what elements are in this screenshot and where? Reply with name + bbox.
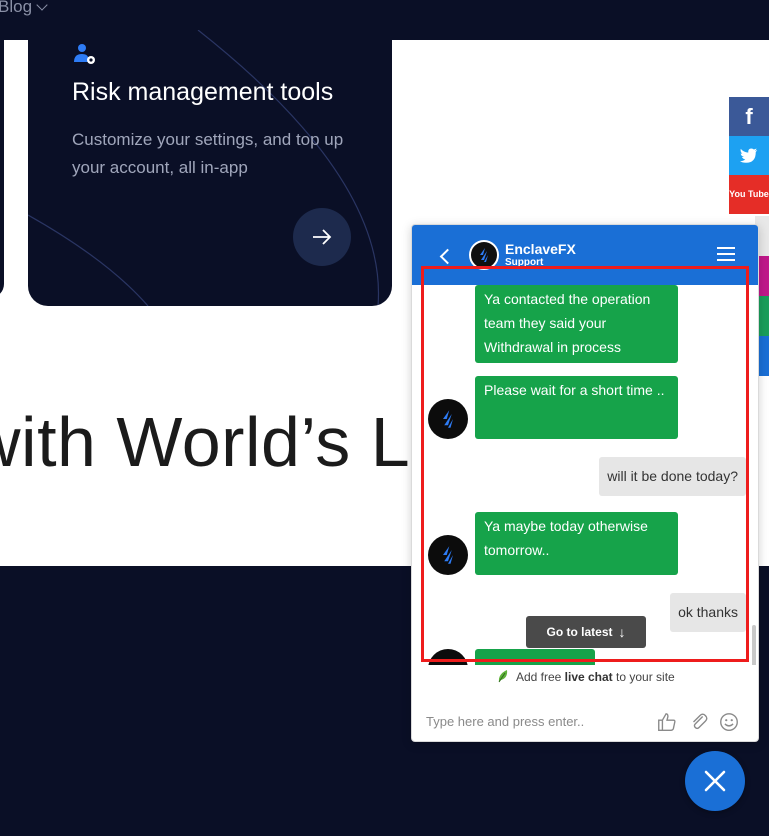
agent-avatar [428,535,468,575]
agent-message: Ya contacted the operation team they sai… [475,285,678,363]
enclavefx-logo-icon [443,410,453,428]
agent-message: Please wait for a short time .. [475,376,678,439]
agent-name: EnclaveFX [505,241,576,257]
feature-title: Risk management tools [72,78,334,106]
user-message: will it be done today? [599,457,746,496]
feature-card-risk-management: Risk management tools Customize your set… [28,30,392,306]
powered-by-link[interactable]: Add free live chat to your site [412,669,758,684]
section-headline: with World’s Le [0,403,450,481]
nav-blog-label: Blog [0,0,33,16]
go-to-latest-label: Go to latest [546,625,613,639]
chat-message-list[interactable]: Ya contacted the operation team they sai… [412,285,758,665]
agent-avatar [428,399,468,439]
twitter-icon[interactable] [729,136,769,175]
close-icon [704,770,726,792]
previous-feature-card [0,30,4,298]
feature-arrow-button[interactable] [293,208,351,266]
chat-header: EnclaveFX Support [412,225,758,285]
chevron-left-icon[interactable] [438,247,454,267]
enclavefx-logo-icon [480,248,488,262]
chat-scrollbar[interactable] [752,625,756,665]
agent-avatar [469,240,499,270]
social-share-bar: f You Tube [729,97,769,214]
leaf-icon [498,670,508,683]
chat-message-input[interactable] [426,709,646,733]
hamburger-menu-icon[interactable] [717,247,737,263]
arrow-right-icon [313,229,332,245]
chevron-down-icon [36,0,48,11]
nav-blog-menu[interactable]: Blog [0,0,48,17]
agent-message-partial [475,649,595,665]
go-to-latest-button[interactable]: Go to latest ↓ [526,616,646,648]
arrow-down-icon: ↓ [618,624,626,640]
user-settings-icon [74,44,95,64]
agent-avatar [428,649,468,665]
chat-close-button[interactable] [685,751,745,811]
facebook-icon[interactable]: f [729,97,769,136]
user-message: ok thanks [670,593,746,632]
enclavefx-logo-icon [443,546,453,564]
chat-input-row [412,703,758,741]
paperclip-icon[interactable] [688,711,710,733]
powered-bold: live chat [564,670,613,684]
youtube-icon[interactable]: You Tube [729,175,769,214]
thumbs-up-icon[interactable] [656,711,678,733]
powered-pre: Add free [515,670,562,684]
live-chat-widget: EnclaveFX Support Ya contacted the opera… [411,224,759,742]
feature-description: Customize your settings, and top up your… [72,130,344,177]
agent-status: Support [505,257,544,268]
powered-post: to your site [616,670,675,684]
smiley-icon[interactable] [718,711,740,733]
agent-message: Ya maybe today otherwise tomorrow.. [475,512,678,575]
